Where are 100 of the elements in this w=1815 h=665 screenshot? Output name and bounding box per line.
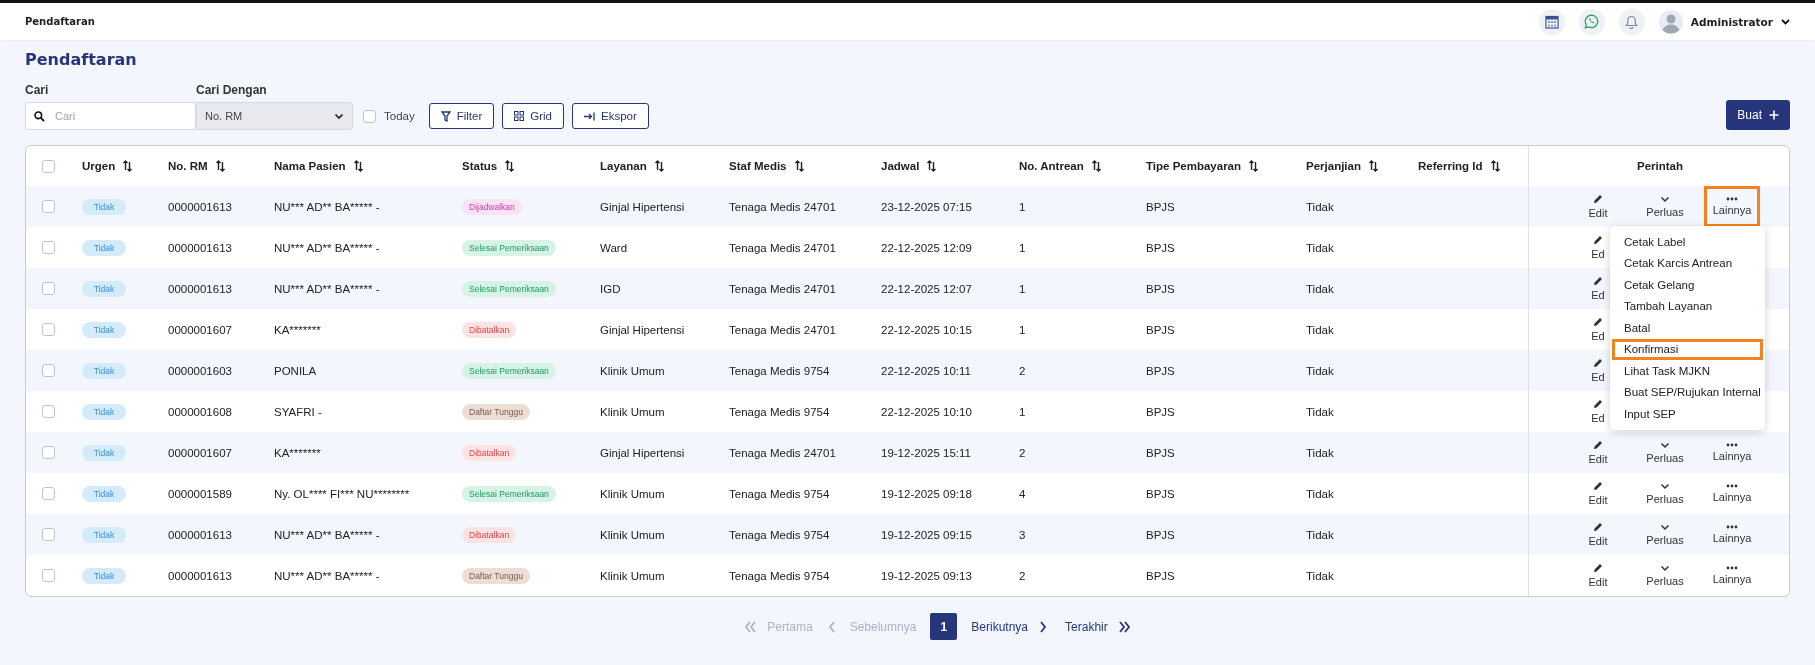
table-cell: 1	[1019, 200, 1026, 213]
menu-item[interactable]: Cetak Gelang	[1612, 274, 1763, 296]
checkbox[interactable]	[363, 109, 376, 123]
expand-button[interactable]: Perluas	[1642, 473, 1688, 514]
urgency-tag: Tidak	[82, 526, 126, 543]
menu-item[interactable]: Tambah Layanan	[1612, 295, 1763, 317]
checkbox[interactable]	[42, 364, 55, 377]
expand-button[interactable]: Perluas	[1642, 432, 1688, 473]
checkbox[interactable]	[42, 323, 55, 336]
menu-item[interactable]: Input SEP	[1612, 403, 1763, 425]
checkbox[interactable]	[42, 446, 55, 459]
sort-icon[interactable]	[1249, 160, 1259, 172]
sort-icon[interactable]	[505, 160, 515, 172]
column-header[interactable]: Tipe Pembayaran	[1146, 160, 1242, 172]
edit-button[interactable]: Ed	[1587, 309, 1609, 350]
bell-icon[interactable]	[1618, 8, 1645, 35]
checkbox[interactable]	[42, 405, 55, 418]
table-cell: Tenaga Medis 9754	[729, 528, 830, 541]
more-button[interactable]: Lainnya	[1708, 514, 1756, 555]
sort-icon[interactable]	[215, 160, 225, 172]
table-cell: 0000001589	[168, 487, 232, 500]
page-button[interactable]: 1	[930, 613, 958, 640]
last-page-link[interactable]: Terakhir	[1065, 619, 1131, 634]
checkbox[interactable]	[42, 528, 55, 541]
double-chevron-right-icon	[1117, 620, 1131, 633]
edit-button[interactable]: Ed	[1587, 391, 1609, 432]
column-header[interactable]: Staf Medis	[729, 160, 787, 172]
menu-item[interactable]: Batal	[1612, 317, 1763, 339]
pencil-icon	[1593, 440, 1603, 450]
next-page-link[interactable]: Berikutnya	[971, 619, 1052, 634]
more-icon	[1726, 197, 1738, 201]
filter-button[interactable]: Filter	[428, 103, 495, 129]
expand-button[interactable]: Perluas	[1642, 555, 1688, 596]
sort-icon[interactable]	[1490, 160, 1500, 172]
more-button[interactable]: Lainnya	[1703, 186, 1761, 227]
column-header[interactable]: Perjanjian	[1306, 160, 1361, 172]
search-field[interactable]: Cari	[25, 102, 196, 130]
table-cell: 0000001607	[168, 446, 232, 459]
checkbox[interactable]	[42, 569, 55, 582]
edit-button[interactable]: Edit	[1584, 555, 1612, 596]
expand-button[interactable]: Perluas	[1642, 514, 1688, 555]
table-cell: Tenaga Medis 9754	[729, 364, 830, 377]
column-header[interactable]: Nama Pasien	[274, 160, 346, 172]
export-button[interactable]: Ekspor	[572, 103, 649, 129]
chevron-down-icon[interactable]	[1781, 18, 1790, 25]
avatar-icon[interactable]	[1658, 9, 1683, 34]
checkbox[interactable]	[42, 241, 55, 254]
grid-button[interactable]: Grid	[502, 103, 564, 129]
edit-button[interactable]: Ed	[1587, 227, 1609, 268]
edit-button[interactable]: Ed	[1587, 268, 1609, 309]
sort-icon[interactable]	[927, 160, 937, 172]
more-button[interactable]: Lainnya	[1708, 473, 1756, 514]
chat-icon[interactable]	[1578, 8, 1605, 35]
expand-button[interactable]: Perluas	[1642, 186, 1688, 227]
more-button[interactable]: Lainnya	[1708, 432, 1756, 473]
sort-icon[interactable]	[1368, 160, 1378, 172]
column-header[interactable]: Referring Id	[1418, 160, 1483, 172]
sort-icon[interactable]	[1091, 160, 1101, 172]
table-cell: BPJS	[1146, 364, 1175, 377]
column-header[interactable]: Layanan	[600, 160, 647, 172]
calendar-icon[interactable]	[1538, 8, 1565, 35]
checkbox[interactable]	[42, 282, 55, 295]
table-cell: BPJS	[1146, 282, 1175, 295]
sort-icon[interactable]	[794, 160, 804, 172]
status-tag: Daftar Tunggu	[462, 567, 530, 584]
checkbox[interactable]	[42, 487, 55, 500]
sort-icon[interactable]	[654, 160, 664, 172]
table-cell: 22-12-2025 10:11	[881, 364, 971, 377]
checkbox[interactable]	[42, 159, 55, 173]
menu-item[interactable]: Buat SEP/Rujukan Internal	[1612, 381, 1763, 403]
column-header[interactable]: Urgen	[82, 160, 116, 172]
edit-button[interactable]: Ed	[1587, 350, 1609, 391]
status-tag: Selesai Pemeriksaan	[462, 362, 556, 379]
checkbox-label: Today	[384, 110, 415, 122]
menu-item[interactable]: Lihat Task MJKN	[1612, 360, 1763, 382]
table-cell: 0000001613	[168, 528, 232, 541]
export-icon	[584, 111, 595, 121]
table-cell: Klinik Umum	[600, 487, 665, 500]
page-title: Pendaftaran	[25, 50, 138, 69]
more-button[interactable]: Lainnya	[1708, 555, 1756, 596]
column-header[interactable]: No. RM	[168, 160, 208, 172]
menu-item[interactable]: Cetak Label	[1612, 231, 1763, 253]
column-header[interactable]: No. Antrean	[1019, 160, 1084, 172]
edit-button[interactable]: Edit	[1584, 473, 1612, 514]
edit-button[interactable]: Edit	[1584, 514, 1612, 555]
search-by-dropdown[interactable]: No. RM	[196, 102, 353, 130]
edit-button[interactable]: Edit	[1584, 432, 1612, 473]
sort-icon[interactable]	[353, 160, 363, 172]
menu-item[interactable]: Cetak Karcis Antrean	[1612, 252, 1763, 274]
create-button[interactable]: Buat	[1726, 100, 1790, 130]
sort-icon[interactable]	[123, 160, 133, 172]
table-cell: 19-12-2025 09:13	[881, 569, 972, 582]
menu-item[interactable]: Konfirmasi	[1612, 338, 1763, 360]
table-cell: Tidak	[1306, 364, 1334, 377]
table-cell: 4	[1019, 487, 1026, 500]
checkbox[interactable]	[42, 200, 55, 213]
column-header[interactable]: Status	[462, 160, 498, 172]
edit-button[interactable]: Edit	[1584, 186, 1612, 227]
column-header[interactable]: Jadwal	[881, 160, 920, 172]
user-name[interactable]: Administrator	[1690, 15, 1773, 28]
